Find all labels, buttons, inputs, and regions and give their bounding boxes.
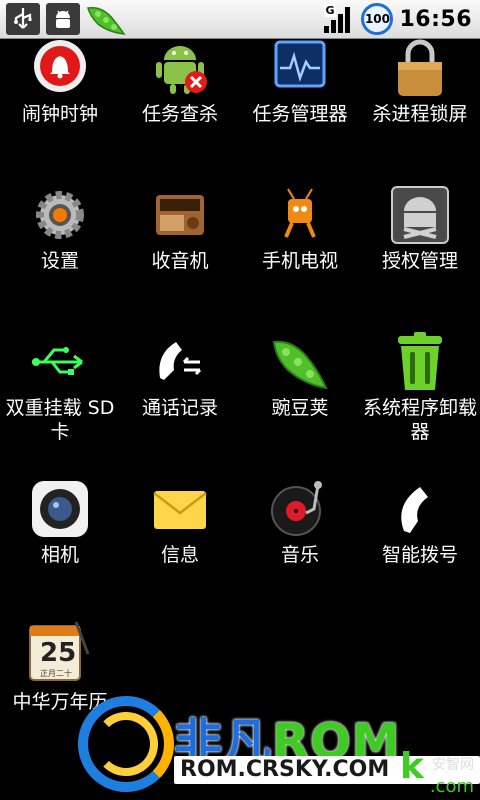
- app-label: 豌豆荚: [271, 397, 329, 419]
- watermark-com: .com: [429, 776, 474, 797]
- watermark-logo: 非凡ROM ROM.CRSKY.COM k 安智网 .com: [78, 690, 480, 800]
- notification-icons[interactable]: [6, 2, 126, 36]
- messages-envelope-icon: [150, 479, 210, 539]
- task-killer-icon: [150, 38, 210, 98]
- status-clock: 16:56: [399, 6, 472, 32]
- watermark-k: k: [400, 746, 424, 787]
- usb-icon: [6, 3, 40, 35]
- usb-mount-icon: [30, 332, 90, 392]
- wandoujia-icon: [270, 332, 330, 392]
- padlock-icon: [390, 38, 450, 98]
- mobile-tv-icon: [270, 185, 330, 245]
- music-record-icon: [270, 479, 330, 539]
- call-log-icon: [150, 332, 210, 392]
- superuser-icon: [390, 185, 450, 245]
- app-label: 相机: [40, 544, 79, 566]
- app-label: 闹钟时钟: [21, 103, 98, 125]
- app-label: 任务查杀: [141, 103, 218, 125]
- camera-icon: [30, 479, 90, 539]
- calendar-lunar-date: 正月二十: [40, 669, 72, 678]
- app-label: 任务管理器: [252, 103, 348, 125]
- app-label: 音乐: [280, 544, 319, 566]
- phone-handset-icon: [390, 479, 450, 539]
- app-label: 系统程序卸载器: [362, 397, 477, 443]
- alarm-clock-icon: [30, 38, 90, 98]
- status-bar[interactable]: G 100 16:56: [0, 0, 480, 39]
- radio-icon: [150, 185, 210, 245]
- app-label: 信息: [160, 544, 199, 566]
- app-label: 通话记录: [141, 397, 218, 419]
- watermark-site: 安智网: [432, 757, 474, 773]
- android-debug-icon: [46, 3, 80, 35]
- calendar-day: 25: [40, 638, 77, 668]
- task-manager-icon: [270, 38, 330, 98]
- app-label: 智能拨号: [381, 544, 458, 566]
- app-label: 双重挂载 SD卡: [5, 397, 115, 443]
- peapod-icon: [86, 2, 126, 36]
- logo-inner-ring-icon: [94, 712, 158, 776]
- settings-gear-icon: [30, 185, 90, 245]
- app-label: 授权管理: [381, 250, 458, 272]
- app-label: 设置: [40, 250, 79, 272]
- app-label: 手机电视: [261, 250, 338, 272]
- signal-strength-icon: G: [323, 4, 355, 34]
- uninstaller-trash-icon: [390, 332, 450, 392]
- app-label: 杀进程锁屏: [372, 103, 468, 125]
- calendar-icon: 25 正月二十: [26, 618, 92, 684]
- battery-indicator: 100: [361, 3, 394, 35]
- app-label: 收音机: [151, 250, 209, 272]
- signal-type-label: G: [324, 4, 336, 17]
